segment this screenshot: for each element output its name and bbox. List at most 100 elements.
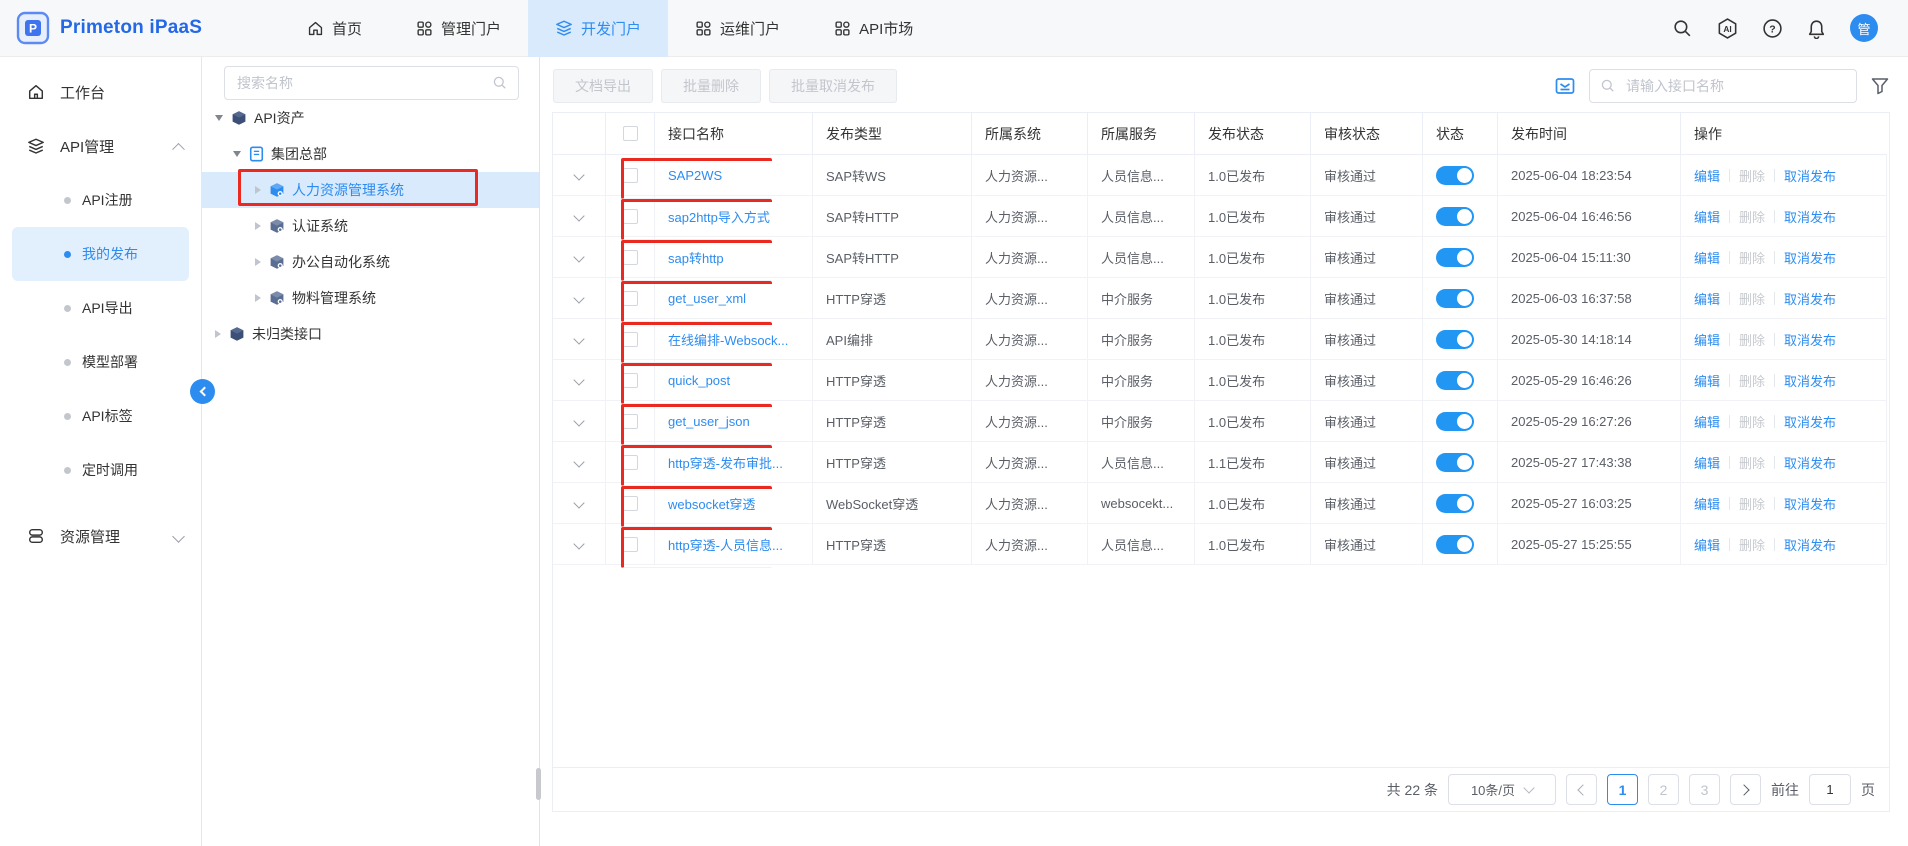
nav-item-home[interactable]: 首页 bbox=[280, 0, 389, 57]
row-expand-cell[interactable] bbox=[553, 278, 606, 319]
delete-link[interactable]: 删除 bbox=[1739, 207, 1765, 226]
interface-name-link[interactable]: sap转http bbox=[668, 248, 724, 267]
sidebar-item-my-publish[interactable]: 我的发布 bbox=[12, 227, 189, 281]
unpublish-link[interactable]: 取消发布 bbox=[1784, 330, 1836, 349]
status-toggle[interactable] bbox=[1436, 166, 1474, 185]
row-select-cell[interactable] bbox=[606, 155, 655, 196]
expanded-arrow-icon[interactable] bbox=[215, 115, 223, 121]
edit-link[interactable]: 编辑 bbox=[1694, 494, 1720, 513]
collapsed-arrow-icon[interactable] bbox=[255, 186, 261, 194]
row-select-cell[interactable] bbox=[606, 360, 655, 401]
ai-assistant-icon[interactable]: AI bbox=[1716, 17, 1739, 40]
unpublish-link[interactable]: 取消发布 bbox=[1784, 248, 1836, 267]
unpublish-link[interactable]: 取消发布 bbox=[1784, 535, 1836, 554]
status-toggle[interactable] bbox=[1436, 494, 1474, 513]
collapsed-arrow-icon[interactable] bbox=[215, 330, 221, 338]
edit-link[interactable]: 编辑 bbox=[1694, 289, 1720, 308]
row-select-cell[interactable] bbox=[606, 524, 655, 565]
edit-link[interactable]: 编辑 bbox=[1694, 371, 1720, 390]
delete-link[interactable]: 删除 bbox=[1739, 371, 1765, 390]
row-select-cell[interactable] bbox=[606, 278, 655, 319]
delete-link[interactable]: 删除 bbox=[1739, 453, 1765, 472]
row-expand-cell[interactable] bbox=[553, 442, 606, 483]
tree-node-material-system[interactable]: 物料管理系统 bbox=[202, 280, 539, 316]
row-select-cell[interactable] bbox=[606, 442, 655, 483]
edit-link[interactable]: 编辑 bbox=[1694, 535, 1720, 554]
collapse-panel-button[interactable] bbox=[190, 379, 215, 404]
delete-link[interactable]: 删除 bbox=[1739, 494, 1765, 513]
sidebar-item-api-management[interactable]: API管理 bbox=[0, 119, 201, 173]
tree-node-api-assets[interactable]: API资产 bbox=[202, 100, 539, 136]
checkbox-icon[interactable] bbox=[623, 332, 638, 347]
interface-name-link[interactable]: SAP2WS bbox=[668, 168, 722, 183]
batch-unpublish-button[interactable]: 批量取消发布 bbox=[769, 69, 897, 103]
row-expand-cell[interactable] bbox=[553, 196, 606, 237]
sidebar-item-api-export[interactable]: API导出 bbox=[12, 281, 189, 335]
next-page-button[interactable] bbox=[1730, 774, 1761, 805]
edit-link[interactable]: 编辑 bbox=[1694, 166, 1720, 185]
checkbox-icon[interactable] bbox=[623, 537, 638, 552]
status-toggle[interactable] bbox=[1436, 371, 1474, 390]
nav-item-api-market[interactable]: API市场 bbox=[807, 0, 940, 57]
filter-icon[interactable] bbox=[1870, 76, 1890, 96]
checkbox-icon[interactable] bbox=[623, 126, 638, 141]
tree-node-unclassified[interactable]: 未归类接口 bbox=[202, 316, 539, 352]
delete-link[interactable]: 删除 bbox=[1739, 412, 1765, 431]
checkbox-icon[interactable] bbox=[623, 250, 638, 265]
sidebar-item-api-tags[interactable]: API标签 bbox=[12, 389, 189, 443]
page-button-1[interactable]: 1 bbox=[1607, 774, 1638, 805]
tree-search-input[interactable] bbox=[235, 74, 492, 92]
page-size-select[interactable]: 10条/页 bbox=[1448, 774, 1556, 805]
edit-link[interactable]: 编辑 bbox=[1694, 453, 1720, 472]
row-expand-cell[interactable] bbox=[553, 155, 606, 196]
expanded-arrow-icon[interactable] bbox=[233, 151, 241, 157]
unpublish-link[interactable]: 取消发布 bbox=[1784, 371, 1836, 390]
prev-page-button[interactable] bbox=[1566, 774, 1597, 805]
edit-link[interactable]: 编辑 bbox=[1694, 248, 1720, 267]
interface-search-input[interactable] bbox=[1624, 77, 1846, 95]
row-expand-cell[interactable] bbox=[553, 319, 606, 360]
doc-export-button[interactable]: 文档导出 bbox=[553, 69, 653, 103]
status-toggle[interactable] bbox=[1436, 248, 1474, 267]
row-select-cell[interactable] bbox=[606, 237, 655, 278]
status-toggle[interactable] bbox=[1436, 412, 1474, 431]
delete-link[interactable]: 删除 bbox=[1739, 248, 1765, 267]
unpublish-link[interactable]: 取消发布 bbox=[1784, 412, 1836, 431]
row-select-cell[interactable] bbox=[606, 483, 655, 524]
goto-page-input[interactable] bbox=[1809, 774, 1851, 805]
row-expand-cell[interactable] bbox=[553, 360, 606, 401]
interface-name-link[interactable]: quick_post bbox=[668, 373, 730, 388]
nav-item-admin-portal[interactable]: 管理门户 bbox=[389, 0, 528, 57]
collapsed-arrow-icon[interactable] bbox=[255, 222, 261, 230]
row-select-cell[interactable] bbox=[606, 319, 655, 360]
checkbox-icon[interactable] bbox=[623, 373, 638, 388]
nav-item-ops-portal[interactable]: 运维门户 bbox=[668, 0, 807, 57]
interface-name-link[interactable]: get_user_json bbox=[668, 414, 750, 429]
unpublish-link[interactable]: 取消发布 bbox=[1784, 453, 1836, 472]
help-icon[interactable]: ? bbox=[1762, 18, 1783, 39]
page-button-2[interactable]: 2 bbox=[1648, 774, 1679, 805]
status-toggle[interactable] bbox=[1436, 330, 1474, 349]
tree-node-oa-system[interactable]: 办公自动化系统 bbox=[202, 244, 539, 280]
tree-node-hr-system[interactable]: 人力资源管理系统 bbox=[202, 172, 539, 208]
checkbox-icon[interactable] bbox=[623, 414, 638, 429]
avatar[interactable]: 管 bbox=[1850, 14, 1878, 42]
tree-node-group-hq[interactable]: 集团总部 bbox=[202, 136, 539, 172]
interface-name-link[interactable]: 在线编排-Websock... bbox=[668, 330, 788, 349]
interface-name-link[interactable]: http穿透-人员信息... bbox=[668, 535, 783, 554]
tree-scrollbar[interactable] bbox=[536, 768, 541, 800]
tree-node-auth-system[interactable]: 认证系统 bbox=[202, 208, 539, 244]
batch-delete-button[interactable]: 批量删除 bbox=[661, 69, 761, 103]
checkbox-icon[interactable] bbox=[623, 496, 638, 511]
row-expand-cell[interactable] bbox=[553, 401, 606, 442]
edit-link[interactable]: 编辑 bbox=[1694, 207, 1720, 226]
search-icon[interactable] bbox=[1672, 18, 1693, 39]
delete-link[interactable]: 删除 bbox=[1739, 535, 1765, 554]
page-button-3[interactable]: 3 bbox=[1689, 774, 1720, 805]
interface-name-link[interactable]: sap2http导入方式 bbox=[668, 207, 770, 226]
search-icon[interactable] bbox=[492, 75, 508, 91]
row-select-cell[interactable] bbox=[606, 401, 655, 442]
header-select-all[interactable] bbox=[606, 113, 655, 155]
unpublish-link[interactable]: 取消发布 bbox=[1784, 166, 1836, 185]
interface-name-link[interactable]: get_user_xml bbox=[668, 291, 746, 306]
